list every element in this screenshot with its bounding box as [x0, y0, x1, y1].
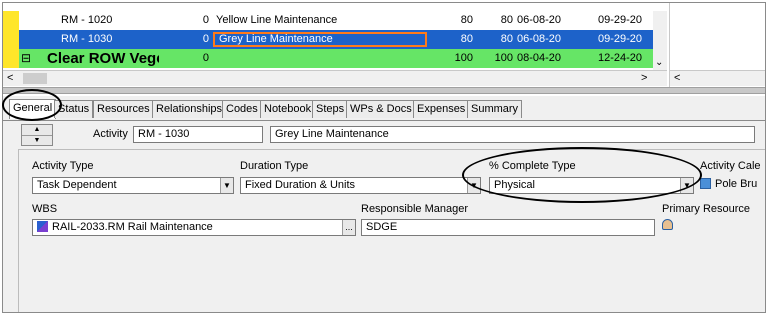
annotation-circle: [462, 147, 702, 203]
tab-steps[interactable]: Steps: [312, 100, 349, 118]
scroll-left-icon[interactable]: <: [674, 72, 680, 84]
percent-complete: 0: [202, 52, 209, 64]
finish-date: 09-29-20: [598, 33, 643, 45]
tab-resources[interactable]: Resources: [93, 100, 154, 118]
collapse-icon[interactable]: ⊟: [21, 49, 35, 68]
up-arrow-icon[interactable]: ▲: [22, 125, 52, 135]
primary-resource-field[interactable]: [662, 219, 677, 231]
start-date: 06-08-20: [517, 14, 562, 26]
calendar-icon: [700, 178, 711, 189]
wbs-name: Clear ROW Vege: [47, 50, 159, 67]
original-duration: 80: [460, 33, 473, 45]
horizontal-scrollbar[interactable]: < >: [3, 70, 667, 86]
original-duration: 80: [460, 14, 473, 26]
activity-name[interactable]: Grey Line Maintenance: [219, 30, 419, 49]
start-date: 08-04-20: [517, 52, 562, 64]
tab-notebook[interactable]: Notebook: [260, 100, 316, 118]
tab-relationships[interactable]: Relationships: [152, 100, 227, 118]
activity-label: Activity: [93, 128, 128, 140]
percent-complete: 0: [202, 33, 209, 45]
row-header: [3, 30, 19, 49]
responsible-manager-field[interactable]: SDGE: [361, 219, 655, 236]
scroll-left-icon[interactable]: <: [7, 72, 13, 84]
tab-codes[interactable]: Codes: [222, 100, 262, 118]
vertical-scrollbar[interactable]: ⌄: [653, 11, 667, 70]
wbs-summary-row[interactable]: ⊟ Clear ROW Vege 0 100 100 08-04-20 12-2…: [3, 49, 667, 68]
general-panel: ▲ ▼ Activity RM - 1030 Grey Line Mainten…: [3, 120, 765, 312]
calendar-value: Pole Bru: [715, 178, 758, 190]
annotation-circle: [2, 89, 62, 121]
calendar-label: Activity Cale: [700, 160, 761, 172]
activity-id-field[interactable]: RM - 1030: [133, 126, 263, 143]
person-icon: [662, 219, 673, 230]
scroll-down-icon[interactable]: ⌄: [655, 57, 663, 68]
down-arrow-icon[interactable]: ▼: [22, 135, 52, 145]
calendar-field[interactable]: Pole Bru: [700, 178, 757, 190]
original-duration: 100: [454, 52, 473, 64]
finish-date: 09-29-20: [598, 14, 643, 26]
detail-tabs: General Status Resources Relationships C…: [3, 96, 765, 120]
duration-type-label: Duration Type: [240, 160, 309, 172]
activity-name: Yellow Line Maintenance: [216, 14, 338, 26]
table-row[interactable]: RM - 1020 0 Yellow Line Maintenance 80 8…: [3, 11, 667, 30]
duration-type-value: Fixed Duration & Units: [245, 179, 356, 191]
start-date: 06-08-20: [517, 33, 562, 45]
activity-type-value: Task Dependent: [37, 179, 117, 191]
row-header: [3, 11, 19, 30]
scroll-thumb[interactable]: [23, 73, 47, 84]
wbs-label: WBS: [32, 203, 58, 215]
activity-id: RM - 1020: [61, 14, 113, 26]
activity-grid: RM - 1020 0 Yellow Line Maintenance 80 8…: [3, 3, 669, 87]
wbs-icon: [37, 221, 48, 232]
row-header: [3, 49, 19, 68]
gantt-scrollbar[interactable]: <: [670, 70, 765, 86]
wbs-value: RAIL-2033.RM Rail Maintenance: [52, 221, 213, 233]
wbs-browse-button[interactable]: ...: [342, 220, 355, 235]
tab-wps-docs[interactable]: WPs & Docs: [346, 100, 416, 118]
tab-expenses[interactable]: Expenses: [413, 100, 470, 118]
finish-date: 12-24-20: [598, 52, 643, 64]
remaining-duration: 80: [500, 14, 513, 26]
scroll-right-icon[interactable]: >: [641, 72, 647, 84]
pane-splitter[interactable]: [3, 87, 765, 94]
percent-complete: 0: [202, 14, 209, 26]
tab-summary[interactable]: Summary: [467, 100, 523, 118]
activity-type-select[interactable]: Task Dependent ▼: [32, 177, 234, 194]
record-navigator[interactable]: ▲ ▼: [21, 124, 53, 146]
activity-name-field[interactable]: Grey Line Maintenance: [270, 126, 755, 143]
wbs-field[interactable]: RAIL-2033.RM Rail Maintenance ...: [32, 219, 356, 236]
table-row-selected[interactable]: RM - 1030 0 Grey Line Maintenance 80 80 …: [3, 30, 667, 49]
primary-resource-label: Primary Resource: [662, 203, 751, 215]
activity-id: RM - 1030: [61, 33, 113, 45]
remaining-duration: 80: [500, 33, 513, 45]
remaining-duration: 100: [494, 52, 513, 64]
gantt-area: <: [669, 3, 765, 87]
activity-type-label: Activity Type: [32, 160, 94, 172]
dropdown-arrow-icon[interactable]: ▼: [220, 178, 233, 193]
duration-type-select[interactable]: Fixed Duration & Units ▼: [240, 177, 481, 194]
responsible-manager-label: Responsible Manager: [361, 203, 469, 215]
